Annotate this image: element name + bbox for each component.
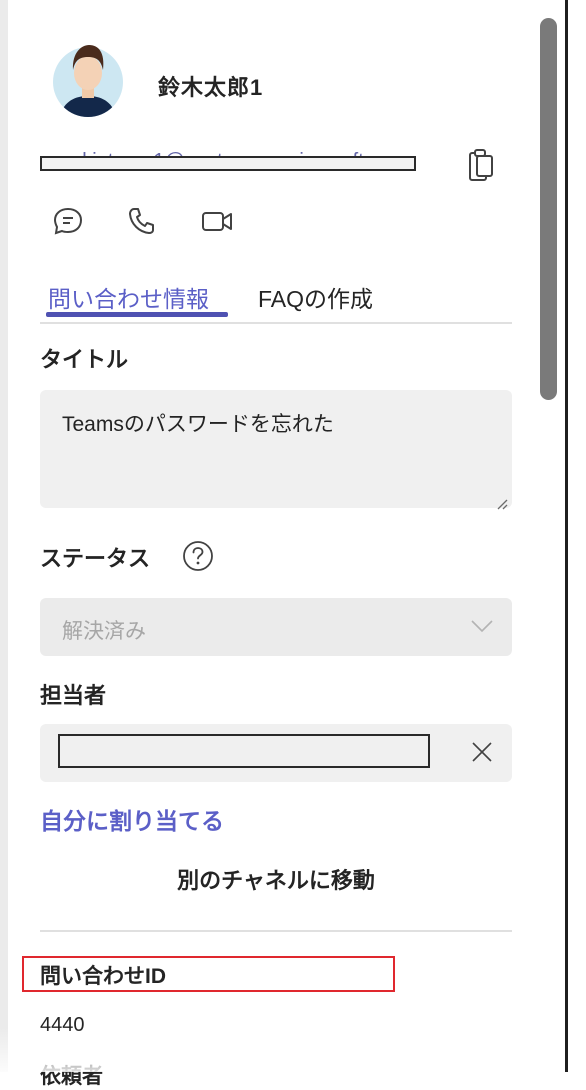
tab-create-faq[interactable]: FAQの作成 (258, 280, 373, 314)
status-dropdown[interactable]: 解決済み (40, 598, 512, 656)
close-icon[interactable] (470, 740, 494, 764)
resize-grip-icon[interactable] (496, 492, 508, 510)
assignee-picker (40, 724, 512, 782)
tab-inquiry-info[interactable]: 問い合わせ情報 (48, 280, 209, 314)
help-icon[interactable] (181, 539, 215, 573)
video-icon[interactable] (200, 206, 232, 236)
assign-to-me-link[interactable]: 自分に割り当てる (40, 802, 224, 836)
title-textarea[interactable]: Teamsのパスワードを忘れた (40, 390, 512, 510)
chevron-down-icon (470, 618, 494, 634)
left-gutter (0, 0, 8, 1072)
section-divider (40, 930, 512, 932)
move-channel-button[interactable]: 別のチャネルに移動 (40, 862, 512, 900)
highlight-box (22, 956, 395, 992)
copy-icon[interactable] (466, 146, 496, 182)
title-label: タイトル (40, 347, 129, 372)
assignee-label: 担当者 (40, 683, 107, 708)
scrollbar-thumb[interactable] (540, 18, 557, 400)
status-value: 解決済み (62, 620, 146, 643)
active-tab-indicator (46, 312, 228, 317)
phone-icon[interactable] (126, 206, 158, 236)
requester-label: 依頼者 (40, 1065, 103, 1088)
inquiry-id-value: 4440 (40, 1014, 85, 1036)
avatar (52, 40, 124, 124)
assignee-input[interactable] (58, 734, 430, 768)
contact-name: 鈴木太郎1 (158, 75, 264, 100)
title-value: Teamsのパスワードを忘れた (62, 413, 334, 436)
panel-border (565, 0, 568, 1072)
chat-icon[interactable] (52, 206, 84, 236)
contact-email: suzuki_taro_1@contoso.onmicrosoft.com (40, 146, 440, 176)
tab-bar: 問い合わせ情報 FAQの作成 (40, 276, 512, 324)
redaction-box (40, 156, 416, 171)
status-label: ステータス (40, 546, 151, 571)
